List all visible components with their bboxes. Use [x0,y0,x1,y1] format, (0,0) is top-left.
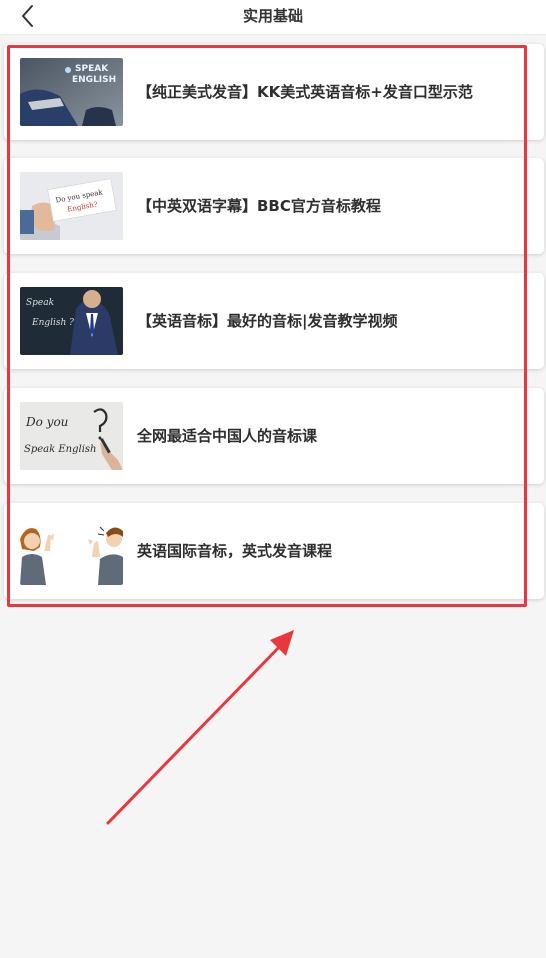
course-card[interactable]: Do you Speak English 全网最适合中国人的音标课 [4,388,544,484]
svg-text:Do you: Do you [25,415,68,429]
do-you-speak-english-whiteboard-thumbnail: Do you Speak English [20,402,123,470]
course-card[interactable]: 英语国际音标，英式发音课程 [4,503,544,599]
course-title: 【中英双语字幕】BBC官方音标教程 [137,197,381,215]
svg-text:Speak English: Speak English [24,444,96,455]
course-card[interactable]: Speak English ? 【英语音标】最好的音标|发音教学视频 [4,273,544,369]
svg-text:SPEAK: SPEAK [75,64,109,74]
do-you-speak-english-card-thumbnail: Do you speak English? [20,172,123,240]
svg-text:ENGLISH: ENGLISH [72,75,116,85]
speak-english-businessman-thumbnail: SPEAK ENGLISH [20,58,123,126]
course-title: 英语国际音标，英式发音课程 [137,542,333,560]
course-title: 【纯正美式发音】KK美式英语音标+发音口型示范 [137,83,473,101]
speak-english-chalkboard-thumbnail: Speak English ? [20,287,123,355]
svg-text:Speak: Speak [26,298,54,308]
cartoon-people-thumbnail [20,517,123,585]
course-card[interactable]: SPEAK ENGLISH 【纯正美式发音】KK美式英语音标+发音口型示范 [4,44,544,140]
svg-text:English ?: English ? [31,318,74,328]
top-nav-bar: 实用基础 [0,0,546,35]
course-title: 全网最适合中国人的音标课 [137,427,318,445]
course-card[interactable]: Do you speak English? 【中英双语字幕】BBC官方音标教程 [4,158,544,254]
course-title: 【英语音标】最好的音标|发音教学视频 [137,312,398,330]
page-title: 实用基础 [242,7,303,25]
